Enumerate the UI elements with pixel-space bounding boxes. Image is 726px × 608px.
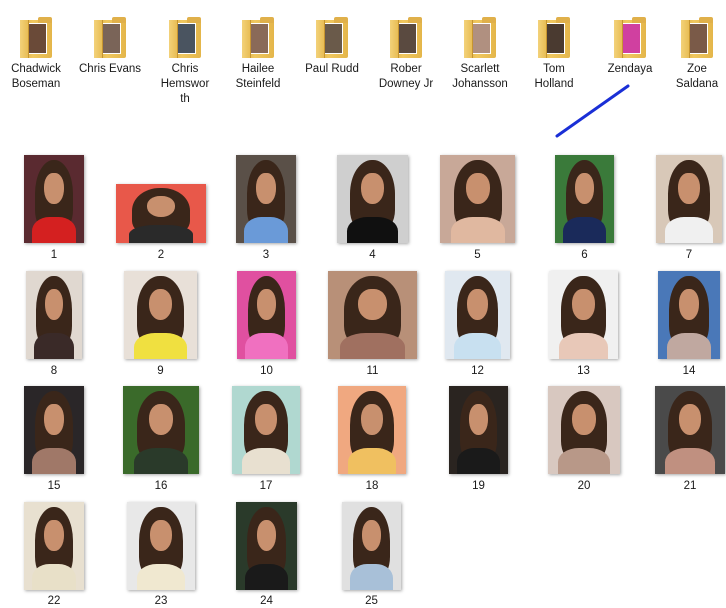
image-thumbnail: [127, 502, 195, 590]
folder-label: Scarlett Johansson: [452, 63, 508, 90]
folder-tom-holland[interactable]: Tom Holland: [516, 14, 592, 92]
folder-icon: [242, 17, 274, 58]
folder-preview-photo: [688, 23, 708, 54]
image-thumbnail: [655, 386, 725, 474]
image-label: 8: [50, 365, 58, 377]
folder-icon: [316, 17, 348, 58]
image-thumbnail: [232, 386, 300, 474]
folder-row: Chadwick Boseman Chris Evans Chris Hemsw…: [0, 0, 726, 140]
folder-preview-photo: [101, 23, 121, 54]
image-thumbnail: [24, 502, 84, 590]
image-label: 3: [262, 249, 270, 261]
folder-label: Chadwick Boseman: [11, 63, 61, 90]
image-label: 1: [50, 249, 58, 261]
image-thumbnail: [236, 155, 296, 243]
image-label: 11: [366, 365, 379, 377]
image-thumbnail: [116, 184, 206, 243]
folder-icon: [169, 17, 201, 58]
folder-preview-photo: [27, 23, 47, 54]
image-label: 17: [259, 480, 273, 492]
folder-preview-photo: [397, 23, 417, 54]
folder-chris-hemsworth[interactable]: Chris Hemsworth: [148, 14, 222, 107]
folder-chadwick-boseman[interactable]: Chadwick Boseman: [0, 14, 74, 92]
folder-label: Tom Holland: [534, 63, 574, 90]
image-label: 2: [157, 249, 165, 261]
image-label: 4: [369, 249, 376, 261]
folder-preview-photo: [249, 23, 269, 54]
image-label: 6: [581, 249, 588, 261]
image-label: 7: [685, 249, 693, 261]
image-thumbnail: [328, 271, 417, 359]
folder-preview-photo: [471, 23, 491, 54]
folder-icon: [681, 17, 713, 58]
image-label: 9: [157, 365, 164, 377]
folder-label: Zendaya: [607, 63, 653, 75]
folder-icon: [464, 17, 496, 58]
folder-label: Paul Rudd: [305, 63, 359, 75]
folder-label: Hailee Steinfeld: [235, 63, 281, 90]
folder-preview-photo: [621, 23, 641, 54]
image-thumbnail: [449, 386, 508, 474]
folder-chris-evans[interactable]: Chris Evans: [72, 14, 148, 77]
image-thumbnail: [549, 271, 618, 359]
folder-preview-photo: [545, 23, 565, 54]
folder-label: Chris Hemsworth: [160, 63, 210, 105]
image-thumbnail: [236, 502, 297, 590]
image-thumbnail: [24, 386, 84, 474]
folder-scarlett-johansson[interactable]: Scarlett Johansson: [442, 14, 518, 92]
image-thumbnail: [124, 271, 197, 359]
folder-zoe-saldana[interactable]: Zoe Saldana: [666, 14, 726, 92]
folder-label: Zoe Saldana: [675, 63, 719, 90]
folder-icon: [20, 17, 52, 58]
image-thumbnail: [656, 155, 722, 243]
folder-icon: [614, 17, 646, 58]
folder-paul-rudd[interactable]: Paul Rudd: [294, 14, 370, 77]
image-thumbnail: [338, 386, 406, 474]
folder-rober-downey-jr[interactable]: Rober Downey Jr: [368, 14, 444, 92]
image-label: 20: [577, 480, 591, 492]
image-label: 13: [577, 365, 590, 377]
image-label: 5: [474, 249, 481, 261]
image-thumbnail: [342, 502, 401, 590]
image-thumbnail: [440, 155, 515, 243]
folder-zendaya[interactable]: Zendaya: [592, 14, 668, 77]
folder-label: Rober Downey Jr: [378, 63, 434, 90]
image-thumbnail: [337, 155, 408, 243]
image-label: 10: [260, 365, 273, 377]
folder-preview-photo: [323, 23, 343, 54]
folder-icon: [538, 17, 570, 58]
image-label: 19: [472, 480, 485, 492]
image-thumbnail: [24, 155, 84, 243]
folder-icon: [390, 17, 422, 58]
folder-label: Chris Evans: [79, 63, 141, 75]
image-thumbnail: [555, 155, 614, 243]
image-label: 16: [154, 480, 168, 492]
folder-preview-photo: [176, 23, 196, 54]
folder-icon: [94, 17, 126, 58]
image-label: 21: [683, 480, 697, 492]
image-thumbnail: [26, 271, 82, 359]
image-thumbnail: [123, 386, 199, 474]
image-label: 14: [682, 365, 696, 377]
image-thumbnail: [548, 386, 620, 474]
image-thumbnail: [658, 271, 720, 359]
image-thumbnail: [237, 271, 296, 359]
image-label: 15: [47, 480, 61, 492]
folder-hailee-steinfeld[interactable]: Hailee Steinfeld: [220, 14, 296, 92]
image-label: 18: [365, 480, 379, 492]
image-label: 12: [471, 365, 484, 377]
image-thumbnail: [445, 271, 510, 359]
